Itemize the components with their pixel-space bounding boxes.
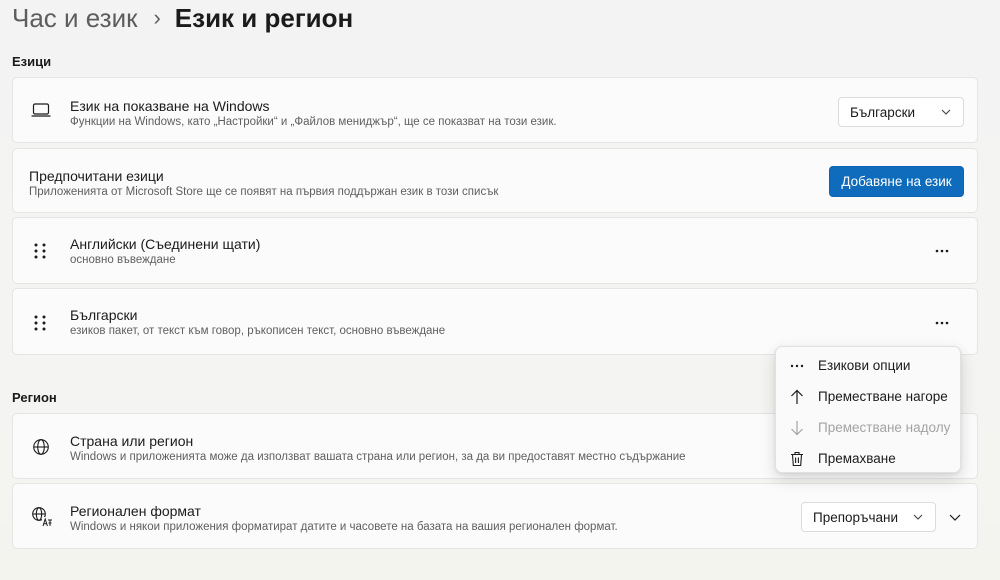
settings-page: Час и език › Език и регион Езици Език на… [0, 0, 1000, 580]
menu-item-language-options[interactable]: Езикови опции [776, 350, 960, 381]
regional-format-card[interactable]: Регионален формат Windows и някои прилож… [12, 483, 978, 549]
language-item-title: Английски (Съединени щати) [70, 236, 261, 252]
country-region-description: Windows и приложенията може да използват… [70, 451, 686, 463]
language-item-title: Български [70, 307, 138, 323]
chevron-down-icon [941, 109, 951, 115]
section-title-languages: Езици [12, 54, 52, 69]
breadcrumb-parent-link[interactable]: Час и език [12, 3, 137, 34]
section-title-region: Регион [12, 390, 57, 405]
preferred-languages-card: Предпочитани езици Приложенията от Micro… [12, 148, 978, 213]
menu-item-label: Премахване [818, 451, 896, 466]
expand-chevron-button[interactable] [940, 502, 970, 532]
preferred-languages-description: Приложенията от Microsoft Store ще се по… [29, 186, 499, 198]
page-title: Език и регион [174, 2, 354, 33]
language-item-english[interactable]: Английски (Съединени щати) основно въвеж… [12, 217, 978, 284]
display-language-dropdown[interactable]: Български [838, 97, 964, 127]
chevron-down-icon [949, 508, 961, 526]
regional-format-icon [31, 506, 53, 528]
more-options-button[interactable] [927, 308, 957, 338]
country-region-title: Страна или регион [70, 433, 194, 449]
display-language-title: Език на показване на Windows [70, 98, 270, 114]
chevron-down-icon [913, 514, 923, 520]
drag-handle-icon[interactable] [33, 242, 47, 260]
regional-format-description: Windows и някои приложения форматират да… [70, 521, 618, 533]
monitor-icon [31, 100, 51, 120]
language-context-menu: Езикови опции Преместване нагоре Премест… [775, 346, 961, 473]
drag-handle-icon[interactable] [33, 314, 47, 332]
display-language-card: Език на показване на Windows Функции на … [12, 77, 978, 143]
breadcrumb-separator: › [153, 5, 161, 30]
add-language-button[interactable]: Добавяне на език [829, 166, 964, 197]
arrow-up-icon [776, 389, 818, 405]
regional-format-dropdown[interactable]: Препоръчани [801, 502, 936, 532]
language-item-bulgarian[interactable]: Български езиков пакет, от текст към гов… [12, 288, 978, 355]
menu-item-label: Преместване нагоре [818, 389, 948, 404]
menu-item-label: Преместване надолу [818, 420, 951, 435]
breadcrumb: Час и език › Език и регион [12, 0, 353, 36]
preferred-languages-title: Предпочитани езици [29, 168, 164, 184]
trash-icon [776, 451, 818, 467]
display-language-description: Функции на Windows, като „Настройки“ и „… [70, 116, 557, 128]
menu-item-move-down: Преместване надолу [776, 412, 960, 443]
arrow-down-icon [776, 420, 818, 436]
menu-item-move-up[interactable]: Преместване нагоре [776, 381, 960, 412]
regional-format-selected: Препоръчани [813, 509, 899, 525]
language-item-description: езиков пакет, от текст към говор, ръкопи… [70, 325, 446, 337]
menu-item-remove[interactable]: Премахване [776, 443, 960, 474]
globe-icon [31, 437, 51, 457]
regional-format-title: Регионален формат [70, 503, 201, 519]
display-language-selected: Български [850, 104, 916, 120]
more-options-button[interactable] [927, 236, 957, 266]
more-icon [776, 364, 818, 368]
menu-item-label: Езикови опции [818, 358, 911, 373]
language-item-description: основно въвеждане [70, 254, 176, 266]
